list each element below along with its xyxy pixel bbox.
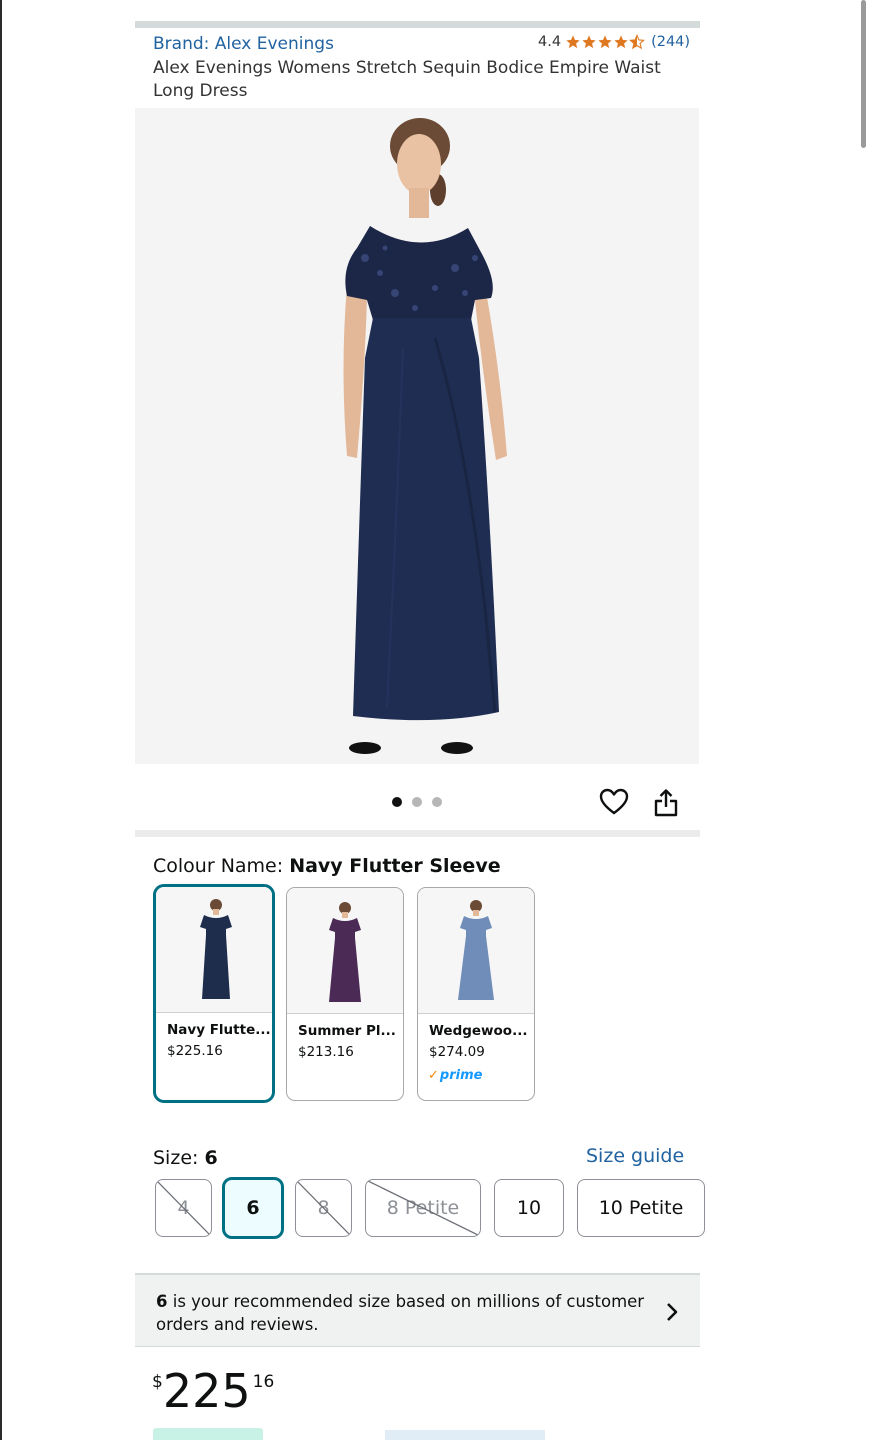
swatch-thumbnail — [287, 888, 403, 1014]
swatch-dress-image — [329, 902, 361, 1002]
unavailable-slash — [156, 1180, 211, 1236]
swatch-name: Navy Flutte... — [167, 1022, 271, 1038]
size-guide-link[interactable]: Size guide — [586, 1145, 684, 1167]
star-icon — [582, 35, 596, 49]
swatch-price: $274.09 — [429, 1044, 485, 1060]
recommendation-body: is your recommended size based on millio… — [156, 1292, 645, 1334]
review-count-link[interactable]: (244) — [651, 34, 690, 50]
rating-value: 4.4 — [538, 34, 562, 50]
prime-badge: ✓prime — [428, 1068, 482, 1083]
heart-icon[interactable] — [599, 788, 629, 816]
star-half-icon — [629, 34, 646, 50]
product-image[interactable] — [135, 108, 699, 764]
colour-swatch-navy[interactable]: Navy Flutte... $225.16 — [153, 884, 275, 1103]
colour-label-prefix: Colour Name: — [153, 855, 290, 877]
rating-summary[interactable]: 4.4 (244) — [538, 34, 690, 50]
size-option-label: 10 Petite — [598, 1197, 684, 1219]
star-icon — [614, 35, 628, 49]
colour-swatch-summer-plum[interactable]: Summer Pl... $213.16 — [286, 887, 404, 1101]
colour-selected-value: Navy Flutter Sleeve — [289, 855, 501, 877]
colour-name-label: Colour Name: Navy Flutter Sleeve — [153, 855, 501, 877]
recommendation-text: 6 is your recommended size based on mill… — [156, 1290, 646, 1336]
swatch-thumbnail — [156, 887, 272, 1013]
size-option-8[interactable]: 8 — [295, 1179, 352, 1237]
size-option-label: 10 — [516, 1197, 542, 1219]
size-recommendation-banner[interactable]: 6 is your recommended size based on mill… — [135, 1273, 700, 1347]
image-carousel-dots[interactable] — [392, 797, 442, 807]
section-divider — [135, 21, 700, 28]
section-divider — [135, 830, 700, 837]
carousel-dot[interactable] — [412, 797, 422, 807]
unavailable-slash — [296, 1180, 351, 1236]
partial-link[interactable] — [385, 1430, 545, 1440]
swatch-dress-image — [200, 899, 232, 999]
rating-stars — [565, 34, 646, 50]
size-option-10[interactable]: 10 — [494, 1179, 564, 1237]
size-selected-value: 6 — [204, 1147, 218, 1169]
size-option-4[interactable]: 4 — [155, 1179, 212, 1237]
share-icon[interactable] — [653, 788, 679, 818]
prime-check-icon: ✓ — [428, 1068, 439, 1083]
size-option-10-petite[interactable]: 10 Petite — [577, 1179, 705, 1237]
window-edge — [0, 0, 2, 1440]
size-label: Size: 6 — [153, 1147, 218, 1169]
savings-badge-partial — [153, 1428, 263, 1440]
size-option-8-petite[interactable]: 8 Petite — [365, 1179, 481, 1237]
price-fraction: 16 — [252, 1372, 275, 1392]
recommended-size: 6 — [156, 1292, 168, 1311]
scrollbar-thumb[interactable] — [861, 0, 866, 148]
star-icon — [598, 35, 612, 49]
size-option-6[interactable]: 6 — [222, 1177, 284, 1239]
carousel-dot[interactable] — [392, 797, 402, 807]
swatch-name: Summer Pl... — [298, 1023, 396, 1039]
swatch-price: $225.16 — [167, 1043, 223, 1059]
product-price: $ 225 16 — [152, 1364, 274, 1418]
prime-label: prime — [439, 1068, 483, 1083]
star-icon — [566, 35, 580, 49]
unavailable-slash — [366, 1180, 480, 1236]
swatch-name: Wedgewoo... — [429, 1023, 528, 1039]
swatch-dress-image — [458, 900, 494, 1000]
chevron-right-icon — [667, 1303, 678, 1321]
size-option-label: 6 — [246, 1197, 260, 1219]
product-title: Alex Evenings Womens Stretch Sequin Bodi… — [153, 58, 661, 101]
carousel-dot[interactable] — [432, 797, 442, 807]
price-whole: 225 — [162, 1364, 251, 1418]
colour-swatch-wedgewood[interactable]: Wedgewoo... $274.09 ✓prime — [417, 887, 535, 1101]
brand-link[interactable]: Brand: Alex Evenings — [153, 34, 334, 54]
dress-model-image — [135, 108, 699, 764]
size-label-prefix: Size: — [153, 1147, 205, 1169]
swatch-thumbnail — [418, 888, 534, 1014]
swatch-price: $213.16 — [298, 1044, 354, 1060]
price-currency: $ — [152, 1372, 163, 1392]
